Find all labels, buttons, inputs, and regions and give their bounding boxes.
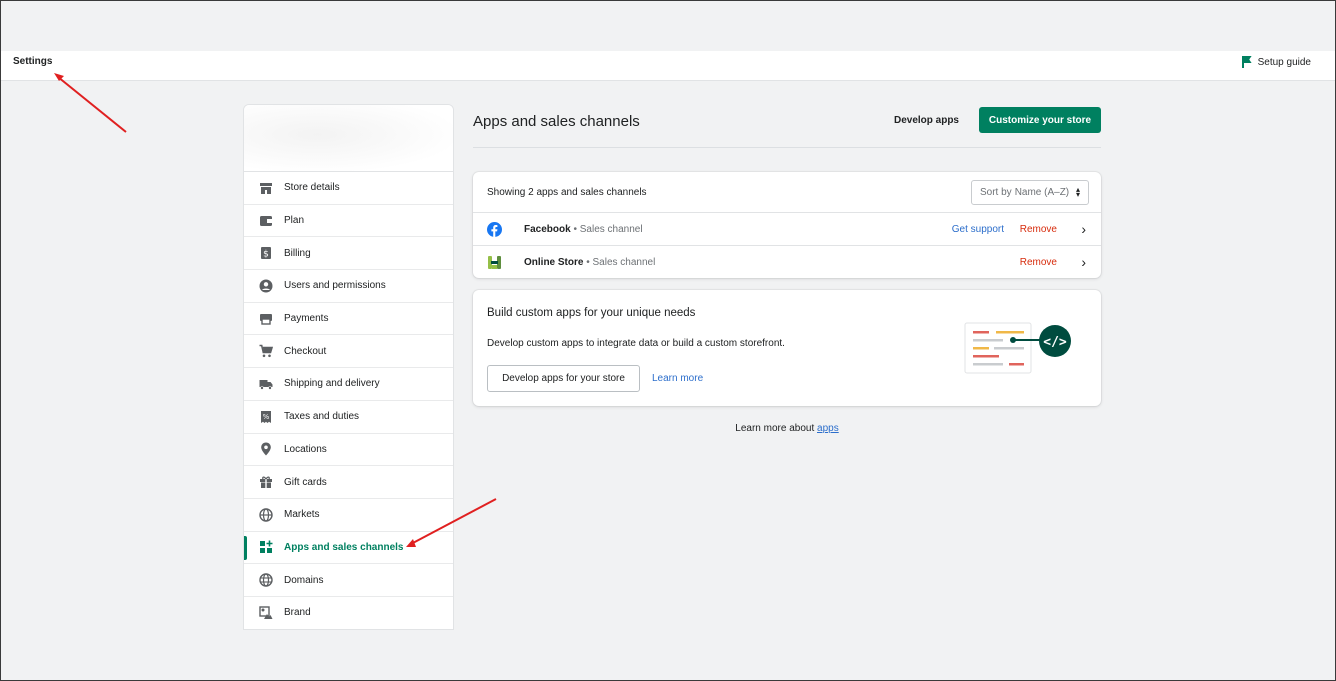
sidebar-item-label: Billing [284,247,311,259]
learn-more-link[interactable]: Learn more [652,373,703,384]
sidebar-item-plan[interactable]: Plan [244,205,453,238]
sidebar-item-label: Checkout [284,345,327,357]
sidebar-item-label: Users and permissions [284,280,386,292]
sort-label: Sort by [980,187,1012,198]
remove-online-store-link[interactable]: Remove [1020,257,1057,268]
globe-icon [259,508,273,522]
build-custom-apps-card: Build custom apps for your unique needs … [473,290,1101,406]
online-store-icon [488,255,501,269]
chevron-right-icon[interactable]: › [1081,221,1086,237]
sidebar-item-taxes[interactable]: % Taxes and duties [244,401,453,434]
sidebar-item-label: Gift cards [284,476,327,488]
facebook-icon [487,222,502,237]
store-header-blurred [244,105,453,172]
app-type: • Sales channel [583,256,656,268]
sidebar-item-users[interactable]: Users and permissions [244,270,453,303]
sidebar-item-domains[interactable]: Domains [244,564,453,597]
showing-count: Showing 2 apps and sales channels [487,187,647,198]
top-bar: Settings Setup guide [1,51,1335,81]
apps-list-header: Showing 2 apps and sales channels Sort b… [473,172,1101,213]
customize-store-button[interactable]: Customize your store [979,107,1101,133]
sidebar-item-label: Locations [284,443,327,455]
location-pin-icon [259,442,273,456]
page-title: Apps and sales channels [473,113,640,130]
main-header: Apps and sales channels Develop apps Cus… [473,104,1101,148]
sidebar-item-label: Taxes and duties [284,411,360,423]
select-arrows-icon: ▴ ▾ [1075,185,1080,199]
apps-icon [259,540,273,554]
flag-icon [1241,56,1252,68]
app-name: Online Store • Sales channel [524,256,656,268]
svg-text:$: $ [263,250,269,260]
user-icon [259,279,273,293]
sidebar-item-store-details[interactable]: Store details [244,172,453,205]
sidebar-item-billing[interactable]: $ Billing [244,237,453,271]
sort-value: Name (A–Z) [1014,187,1070,198]
billing-icon: $ [259,246,273,260]
payments-icon [259,312,273,326]
sidebar-item-label: Apps and sales channels [284,541,404,553]
app-type: • Sales channel [570,224,643,235]
sidebar-item-label: Store details [284,182,340,194]
sidebar-item-label: Domains [284,574,324,586]
plan-icon [259,214,273,228]
setup-guide-label: Setup guide [1257,56,1311,68]
sidebar-item-label: Plan [284,215,305,227]
tax-icon: % [259,410,273,424]
custom-code-illustration-icon: </> [964,322,1071,374]
sort-select[interactable]: Sort by Name (A–Z) ▴ ▾ [971,180,1089,205]
domains-globe-icon [259,573,273,587]
build-card-description: Develop custom apps to integrate data or… [487,338,785,349]
sidebar-item-label: Payments [284,313,329,325]
remove-facebook-link[interactable]: Remove [1020,224,1057,235]
learn-more-about-apps: Learn more about apps [735,423,839,434]
truck-icon [259,377,273,391]
sidebar-item-apps-and-sales-channels[interactable]: Apps and sales channels [244,532,453,565]
sidebar-item-payments[interactable]: Payments [244,303,453,336]
develop-apps-for-store-button[interactable]: Develop apps for your store [487,365,640,392]
sidebar-item-label: Brand [284,607,311,619]
annotation-arrow-settings [57,76,127,133]
build-card-title: Build custom apps for your unique needs [487,307,696,319]
apps-link[interactable]: apps [817,423,839,434]
app-row-facebook[interactable]: Facebook • Sales channel Get support Rem… [473,213,1101,246]
sidebar-item-label: Shipping and delivery [284,378,380,390]
sidebar-item-brand[interactable]: Brand [244,597,453,629]
brand-icon [259,606,273,620]
gift-icon [259,475,273,489]
main-content: Apps and sales channels Develop apps Cus… [473,104,1101,434]
store-icon [259,181,273,195]
sidebar-item-locations[interactable]: Locations [244,434,453,467]
svg-text:%: % [263,413,270,421]
cart-icon [259,344,273,358]
get-support-link[interactable]: Get support [952,224,1004,235]
sidebar-item-checkout[interactable]: Checkout [244,335,453,369]
sidebar-item-gift-cards[interactable]: Gift cards [244,466,453,499]
app-name: Facebook • Sales channel [524,224,643,235]
svg-text:</>: </> [1043,335,1067,350]
sidebar-item-shipping[interactable]: Shipping and delivery [244,368,453,401]
sidebar-item-label: Markets [284,509,320,521]
sidebar-item-markets[interactable]: Markets [244,499,453,532]
setup-guide-button[interactable]: Setup guide [1241,56,1311,68]
develop-apps-button[interactable]: Develop apps [894,115,959,126]
page-header-title: Settings [13,56,53,67]
chevron-right-icon[interactable]: › [1081,254,1086,270]
apps-list-card: Showing 2 apps and sales channels Sort b… [473,172,1101,278]
settings-sidebar: Store details Plan $ Billing Users and p… [243,104,454,630]
app-row-online-store[interactable]: Online Store • Sales channel Remove › [473,246,1101,279]
